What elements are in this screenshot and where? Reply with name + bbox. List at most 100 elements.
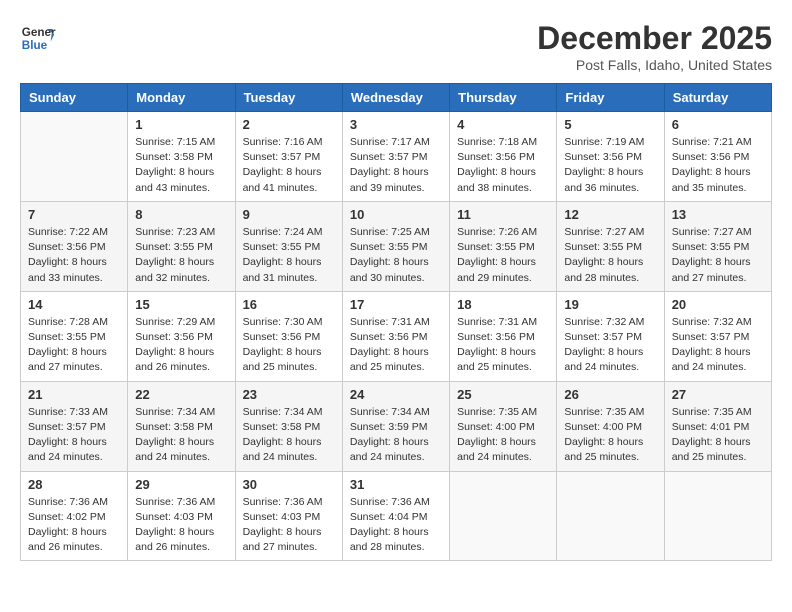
day-cell: 15Sunrise: 7:29 AMSunset: 3:56 PMDayligh… [128, 291, 235, 381]
day-cell: 5 Sunrise: 7:19 AMSunset: 3:56 PMDaylight… [557, 112, 664, 202]
day-info: Sunrise: 7:23 AMSunset: 3:55 PMDaylight:… [135, 225, 227, 286]
day-cell: 3 Sunrise: 7:17 AMSunset: 3:57 PMDaylight… [342, 112, 449, 202]
day-info: Sunrise: 7:36 AMSunset: 4:03 PMDaylight:… [243, 495, 335, 556]
day-info: Sunrise: 7:28 AMSunset: 3:55 PMDaylight:… [28, 315, 120, 376]
day-cell: 2 Sunrise: 7:16 AMSunset: 3:57 PMDaylight… [235, 112, 342, 202]
day-number: 11 [457, 207, 549, 222]
day-cell: 16 Sunrise: 7:30 AMSunset: 3:56 PMDayligh… [235, 291, 342, 381]
day-number: 10 [350, 207, 442, 222]
day-number: 16 [243, 297, 335, 312]
day-number: 27 [672, 387, 764, 402]
day-cell [450, 471, 557, 561]
day-number: 23 [243, 387, 335, 402]
day-info: Sunrise: 7:33 AMSunset: 3:57 PMDaylight:… [28, 405, 120, 466]
day-cell: 8 Sunrise: 7:23 AMSunset: 3:55 PMDaylight… [128, 201, 235, 291]
day-number: 8 [135, 207, 227, 222]
day-cell: 26 Sunrise: 7:35 AMSunset: 4:00 PMDayligh… [557, 381, 664, 471]
day-cell: 19 Sunrise: 7:32 AMSunset: 3:57 PMDayligh… [557, 291, 664, 381]
day-cell: 30 Sunrise: 7:36 AMSunset: 4:03 PMDayligh… [235, 471, 342, 561]
day-cell: 10 Sunrise: 7:25 AMSunset: 3:55 PMDayligh… [342, 201, 449, 291]
day-number: 5 [564, 117, 656, 132]
location-title: Post Falls, Idaho, United States [537, 57, 772, 73]
svg-text:General: General [22, 26, 56, 39]
day-cell: 1 Sunrise: 7:15 AMSunset: 3:58 PMDaylight… [128, 112, 235, 202]
day-number: 1 [135, 117, 227, 132]
day-info: Sunrise: 7:36 AMSunset: 4:04 PMDaylight:… [350, 495, 442, 556]
week-row-4: 21 Sunrise: 7:33 AMSunset: 3:57 PMDayligh… [21, 381, 772, 471]
day-number: 19 [564, 297, 656, 312]
day-cell: 27 Sunrise: 7:35 AMSunset: 4:01 PMDayligh… [664, 381, 771, 471]
day-info: Sunrise: 7:17 AMSunset: 3:57 PMDaylight:… [350, 135, 442, 196]
day-number: 3 [350, 117, 442, 132]
day-cell: 14 Sunrise: 7:28 AMSunset: 3:55 PMDayligh… [21, 291, 128, 381]
logo: General Blue [20, 20, 56, 56]
svg-text:Blue: Blue [22, 39, 48, 52]
logo-icon: General Blue [20, 20, 56, 56]
day-number: 22 [135, 387, 227, 402]
week-row-5: 28 Sunrise: 7:36 AMSunset: 4:02 PMDayligh… [21, 471, 772, 561]
header: General Blue December 2025 Post Falls, I… [20, 20, 772, 73]
day-number: 20 [672, 297, 764, 312]
week-row-1: 1 Sunrise: 7:15 AMSunset: 3:58 PMDaylight… [21, 112, 772, 202]
day-number: 29 [135, 477, 227, 492]
weekday-header-row: SundayMondayTuesdayWednesdayThursdayFrid… [21, 84, 772, 112]
day-info: Sunrise: 7:27 AMSunset: 3:55 PMDaylight:… [564, 225, 656, 286]
day-info: Sunrise: 7:35 AMSunset: 4:01 PMDaylight:… [672, 405, 764, 466]
day-info: Sunrise: 7:16 AMSunset: 3:57 PMDaylight:… [243, 135, 335, 196]
day-cell: 21 Sunrise: 7:33 AMSunset: 3:57 PMDayligh… [21, 381, 128, 471]
day-info: Sunrise: 7:26 AMSunset: 3:55 PMDaylight:… [457, 225, 549, 286]
day-cell: 11 Sunrise: 7:26 AMSunset: 3:55 PMDayligh… [450, 201, 557, 291]
day-number: 31 [350, 477, 442, 492]
day-info: Sunrise: 7:36 AMSunset: 4:03 PMDaylight:… [135, 495, 227, 556]
day-info: Sunrise: 7:30 AMSunset: 3:56 PMDaylight:… [243, 315, 335, 376]
day-number: 14 [28, 297, 120, 312]
day-info: Sunrise: 7:27 AMSunset: 3:55 PMDaylight:… [672, 225, 764, 286]
day-info: Sunrise: 7:18 AMSunset: 3:56 PMDaylight:… [457, 135, 549, 196]
day-number: 15 [135, 297, 227, 312]
day-cell: 31 Sunrise: 7:36 AMSunset: 4:04 PMDayligh… [342, 471, 449, 561]
day-number: 28 [28, 477, 120, 492]
day-number: 30 [243, 477, 335, 492]
day-info: Sunrise: 7:25 AMSunset: 3:55 PMDaylight:… [350, 225, 442, 286]
weekday-header-saturday: Saturday [664, 84, 771, 112]
day-cell: 24 Sunrise: 7:34 AMSunset: 3:59 PMDayligh… [342, 381, 449, 471]
day-cell: 28 Sunrise: 7:36 AMSunset: 4:02 PMDayligh… [21, 471, 128, 561]
day-info: Sunrise: 7:32 AMSunset: 3:57 PMDaylight:… [672, 315, 764, 376]
weekday-header-friday: Friday [557, 84, 664, 112]
day-number: 13 [672, 207, 764, 222]
day-info: Sunrise: 7:15 AMSunset: 3:58 PMDaylight:… [135, 135, 227, 196]
day-number: 25 [457, 387, 549, 402]
day-cell: 18Sunrise: 7:31 AMSunset: 3:56 PMDayligh… [450, 291, 557, 381]
month-title: December 2025 [537, 20, 772, 57]
weekday-header-sunday: Sunday [21, 84, 128, 112]
day-number: 21 [28, 387, 120, 402]
day-number: 18 [457, 297, 549, 312]
day-info: Sunrise: 7:31 AMSunset: 3:56 PMDaylight:… [350, 315, 442, 376]
day-info: Sunrise: 7:22 AMSunset: 3:56 PMDaylight:… [28, 225, 120, 286]
day-cell: 20 Sunrise: 7:32 AMSunset: 3:57 PMDayligh… [664, 291, 771, 381]
day-info: Sunrise: 7:36 AMSunset: 4:02 PMDaylight:… [28, 495, 120, 556]
title-area: December 2025 Post Falls, Idaho, United … [537, 20, 772, 73]
day-info: Sunrise: 7:19 AMSunset: 3:56 PMDaylight:… [564, 135, 656, 196]
weekday-header-tuesday: Tuesday [235, 84, 342, 112]
day-cell: 23Sunrise: 7:34 AMSunset: 3:58 PMDayligh… [235, 381, 342, 471]
day-cell: 25Sunrise: 7:35 AMSunset: 4:00 PMDayligh… [450, 381, 557, 471]
day-number: 17 [350, 297, 442, 312]
day-number: 26 [564, 387, 656, 402]
day-cell: 13 Sunrise: 7:27 AMSunset: 3:55 PMDayligh… [664, 201, 771, 291]
day-cell: 4 Sunrise: 7:18 AMSunset: 3:56 PMDaylight… [450, 112, 557, 202]
day-info: Sunrise: 7:32 AMSunset: 3:57 PMDaylight:… [564, 315, 656, 376]
day-info: Sunrise: 7:34 AMSunset: 3:59 PMDaylight:… [350, 405, 442, 466]
day-info: Sunrise: 7:35 AMSunset: 4:00 PMDaylight:… [564, 405, 656, 466]
day-cell [557, 471, 664, 561]
day-number: 4 [457, 117, 549, 132]
day-number: 24 [350, 387, 442, 402]
weekday-header-thursday: Thursday [450, 84, 557, 112]
weekday-header-monday: Monday [128, 84, 235, 112]
day-cell: 29 Sunrise: 7:36 AMSunset: 4:03 PMDayligh… [128, 471, 235, 561]
weekday-header-wednesday: Wednesday [342, 84, 449, 112]
day-number: 2 [243, 117, 335, 132]
day-cell: 17 Sunrise: 7:31 AMSunset: 3:56 PMDayligh… [342, 291, 449, 381]
day-cell [21, 112, 128, 202]
day-cell: 12Sunrise: 7:27 AMSunset: 3:55 PMDayligh… [557, 201, 664, 291]
